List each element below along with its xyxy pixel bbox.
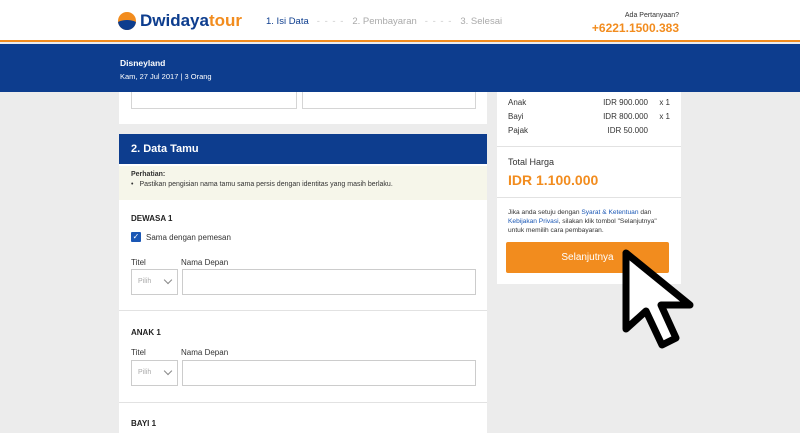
- chevron-down-icon: [163, 275, 173, 285]
- section-dewasa: DEWASA 1: [131, 214, 173, 223]
- trip-meta: Kam, 27 Jul 2017 | 3 Orang: [120, 72, 212, 81]
- price-name: Pajak: [508, 126, 529, 135]
- contact-field[interactable]: [131, 92, 297, 109]
- step-selesai: 3. Selesai: [460, 16, 503, 27]
- help-label: Ada Pertanyaan?: [624, 12, 679, 19]
- contact-field[interactable]: [302, 92, 476, 109]
- checkout-steps: 1. Isi Data - - - - 2. Pembayaran - - - …: [266, 16, 502, 27]
- divider: [497, 146, 681, 147]
- brand-logo[interactable]: Dwidaya tour: [118, 11, 242, 31]
- nama-depan-input-anak[interactable]: [182, 360, 476, 386]
- trip-title: Disneyland: [120, 58, 166, 68]
- price-qty: [648, 126, 670, 135]
- privacy-link[interactable]: Kebijakan Privasi: [508, 218, 559, 225]
- brand-name-primary: Dwidaya: [140, 11, 209, 30]
- nama-depan-label: Nama Depan: [181, 348, 229, 357]
- price-name: Bayi: [508, 112, 524, 121]
- guest-data-card: 2. Data Tamu Perhatian: • Pastikan pengi…: [119, 134, 487, 433]
- price-amount: IDR 50.000: [607, 126, 648, 135]
- titel-label: Titel: [131, 258, 146, 267]
- section-anak: ANAK 1: [131, 328, 161, 337]
- step-separator: - - - -: [424, 16, 453, 27]
- titel-select-dewasa[interactable]: Pilih: [131, 269, 178, 295]
- chevron-down-icon: [163, 366, 173, 376]
- arrow-cursor-icon: [622, 249, 694, 349]
- same-as-booker-label: Sama dengan pemesan: [146, 232, 231, 242]
- price-amount: IDR 900.000: [603, 98, 648, 107]
- select-placeholder: Pilih: [138, 369, 152, 376]
- top-navbar: Dwidaya tour 1. Isi Data - - - - 2. Pemb…: [0, 0, 800, 42]
- help-phone[interactable]: +6221.1500.383: [592, 21, 679, 35]
- divider: [119, 402, 487, 403]
- nama-depan-label: Nama Depan: [181, 258, 229, 267]
- section-bayi: BAYI 1: [131, 419, 157, 428]
- help-contact: Ada Pertanyaan? +6221.1500.383: [592, 12, 679, 35]
- price-qty: x 1: [659, 98, 670, 107]
- price-qty: x 1: [659, 112, 670, 121]
- price-row-bayi: Bayi IDR 800.000 x 1: [508, 112, 670, 121]
- price-amount: IDR 800.000: [603, 112, 648, 121]
- price-row-pajak: Pajak IDR 50.000: [508, 126, 670, 135]
- notice-box: Perhatian: • Pastikan pengisian nama tam…: [119, 166, 487, 200]
- total-label: Total Harga: [508, 157, 555, 167]
- step-separator: - - - -: [316, 16, 345, 27]
- step-pembayaran: 2. Pembayaran: [352, 16, 417, 27]
- dwidaya-logo-icon: [118, 12, 136, 30]
- notice-title: Perhatian:: [131, 171, 166, 178]
- notice-item: • Pastikan pengisian nama tamu sama pers…: [131, 181, 475, 188]
- terms-pre: Jika anda setuju dengan: [508, 209, 582, 216]
- titel-select-anak[interactable]: Pilih: [131, 360, 178, 386]
- contact-card-partial: [119, 92, 487, 124]
- terms-mid: dan: [638, 209, 652, 216]
- same-as-booker-row[interactable]: ✓ Sama dengan pemesan: [131, 232, 231, 242]
- notice-text: Pastikan pengisian nama tamu sama persis…: [139, 181, 393, 188]
- total-value: IDR 1.100.000: [508, 172, 599, 188]
- price-name: Anak: [508, 98, 527, 107]
- price-row-anak: Anak IDR 900.000 x 1: [508, 98, 670, 107]
- divider: [497, 197, 681, 198]
- guest-data-title: 2. Data Tamu: [119, 134, 487, 164]
- step-isi-data: 1. Isi Data: [266, 16, 309, 27]
- same-as-booker-checkbox[interactable]: ✓: [131, 232, 141, 242]
- terms-link[interactable]: Syarat & Ketentuan: [581, 209, 638, 216]
- titel-label: Titel: [131, 348, 146, 357]
- brand-name-secondary: tour: [208, 11, 243, 30]
- nama-depan-input-dewasa[interactable]: [182, 269, 476, 295]
- trip-banner: Disneyland Kam, 27 Jul 2017 | 3 Orang: [0, 44, 800, 92]
- terms-text: Jika anda setuju dengan Syarat & Ketentu…: [508, 208, 673, 235]
- select-placeholder: Pilih: [138, 278, 152, 285]
- divider: [119, 310, 487, 311]
- bullet-icon: •: [131, 181, 134, 188]
